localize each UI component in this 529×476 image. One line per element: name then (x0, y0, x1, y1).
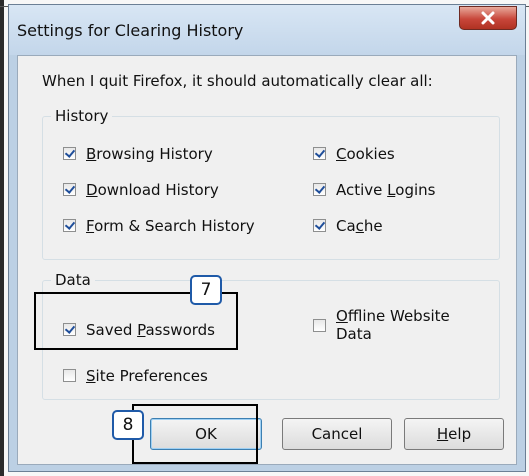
checkbox-label: Form & Search History (86, 217, 255, 235)
active-logins-checkbox[interactable]: Active Logins (313, 181, 435, 199)
history-group: History Browsing History Download Histor… (42, 107, 500, 260)
download-history-checkbox[interactable]: Download History (63, 181, 219, 199)
history-group-title: History (51, 107, 113, 125)
ok-label: OK (195, 425, 217, 443)
checkbox-label: Cache (336, 217, 383, 235)
step-8-badge: 8 (112, 410, 144, 440)
cancel-label: Cancel (311, 425, 363, 443)
data-group: Data Saved Passwords Site Preferences Of… (42, 271, 500, 400)
step-7-badge: 7 (190, 275, 222, 305)
checkbox-label: Browsing History (86, 145, 213, 163)
checkbox-label: Saved Passwords (86, 321, 215, 339)
clear-history-settings-dialog: Settings for Clearing History When I qui… (8, 4, 526, 472)
ok-button[interactable]: OK (150, 418, 262, 450)
checkbox-label: Site Preferences (86, 367, 208, 385)
close-icon (481, 11, 495, 25)
checkbox-label: Cookies (336, 145, 395, 163)
checkbox-box[interactable] (63, 323, 76, 336)
checkbox-box[interactable] (63, 183, 76, 196)
checkbox-box[interactable] (313, 219, 326, 232)
checkbox-box[interactable] (313, 147, 326, 160)
cache-checkbox[interactable]: Cache (313, 217, 383, 235)
close-button[interactable] (459, 6, 517, 30)
form-search-history-checkbox[interactable]: Form & Search History (63, 217, 255, 235)
offline-website-data-checkbox[interactable]: Offline Website Data (313, 307, 450, 343)
dialog-title: Settings for Clearing History (17, 21, 244, 40)
help-label: Help (436, 425, 472, 443)
title-bar: Settings for Clearing History (9, 5, 525, 55)
checkbox-box[interactable] (313, 183, 326, 196)
cancel-button[interactable]: Cancel (282, 418, 392, 450)
checkbox-box[interactable] (63, 219, 76, 232)
saved-passwords-checkbox[interactable]: Saved Passwords (63, 321, 215, 339)
background-edge (0, 0, 4, 476)
data-group-title: Data (51, 271, 95, 289)
checkbox-box[interactable] (313, 319, 326, 332)
dialog-body: When I quit Firefox, it should automatic… (17, 55, 517, 465)
site-preferences-checkbox[interactable]: Site Preferences (63, 367, 208, 385)
help-button[interactable]: Help (404, 418, 504, 450)
checkbox-label: Download History (86, 181, 219, 199)
checkbox-box[interactable] (63, 147, 76, 160)
checkbox-box[interactable] (63, 369, 76, 382)
checkbox-label: Offline Website Data (336, 307, 450, 343)
checkbox-label: Active Logins (336, 181, 436, 199)
browsing-history-checkbox[interactable]: Browsing History (63, 145, 213, 163)
intro-text: When I quit Firefox, it should automatic… (42, 72, 433, 90)
cookies-checkbox[interactable]: Cookies (313, 145, 395, 163)
